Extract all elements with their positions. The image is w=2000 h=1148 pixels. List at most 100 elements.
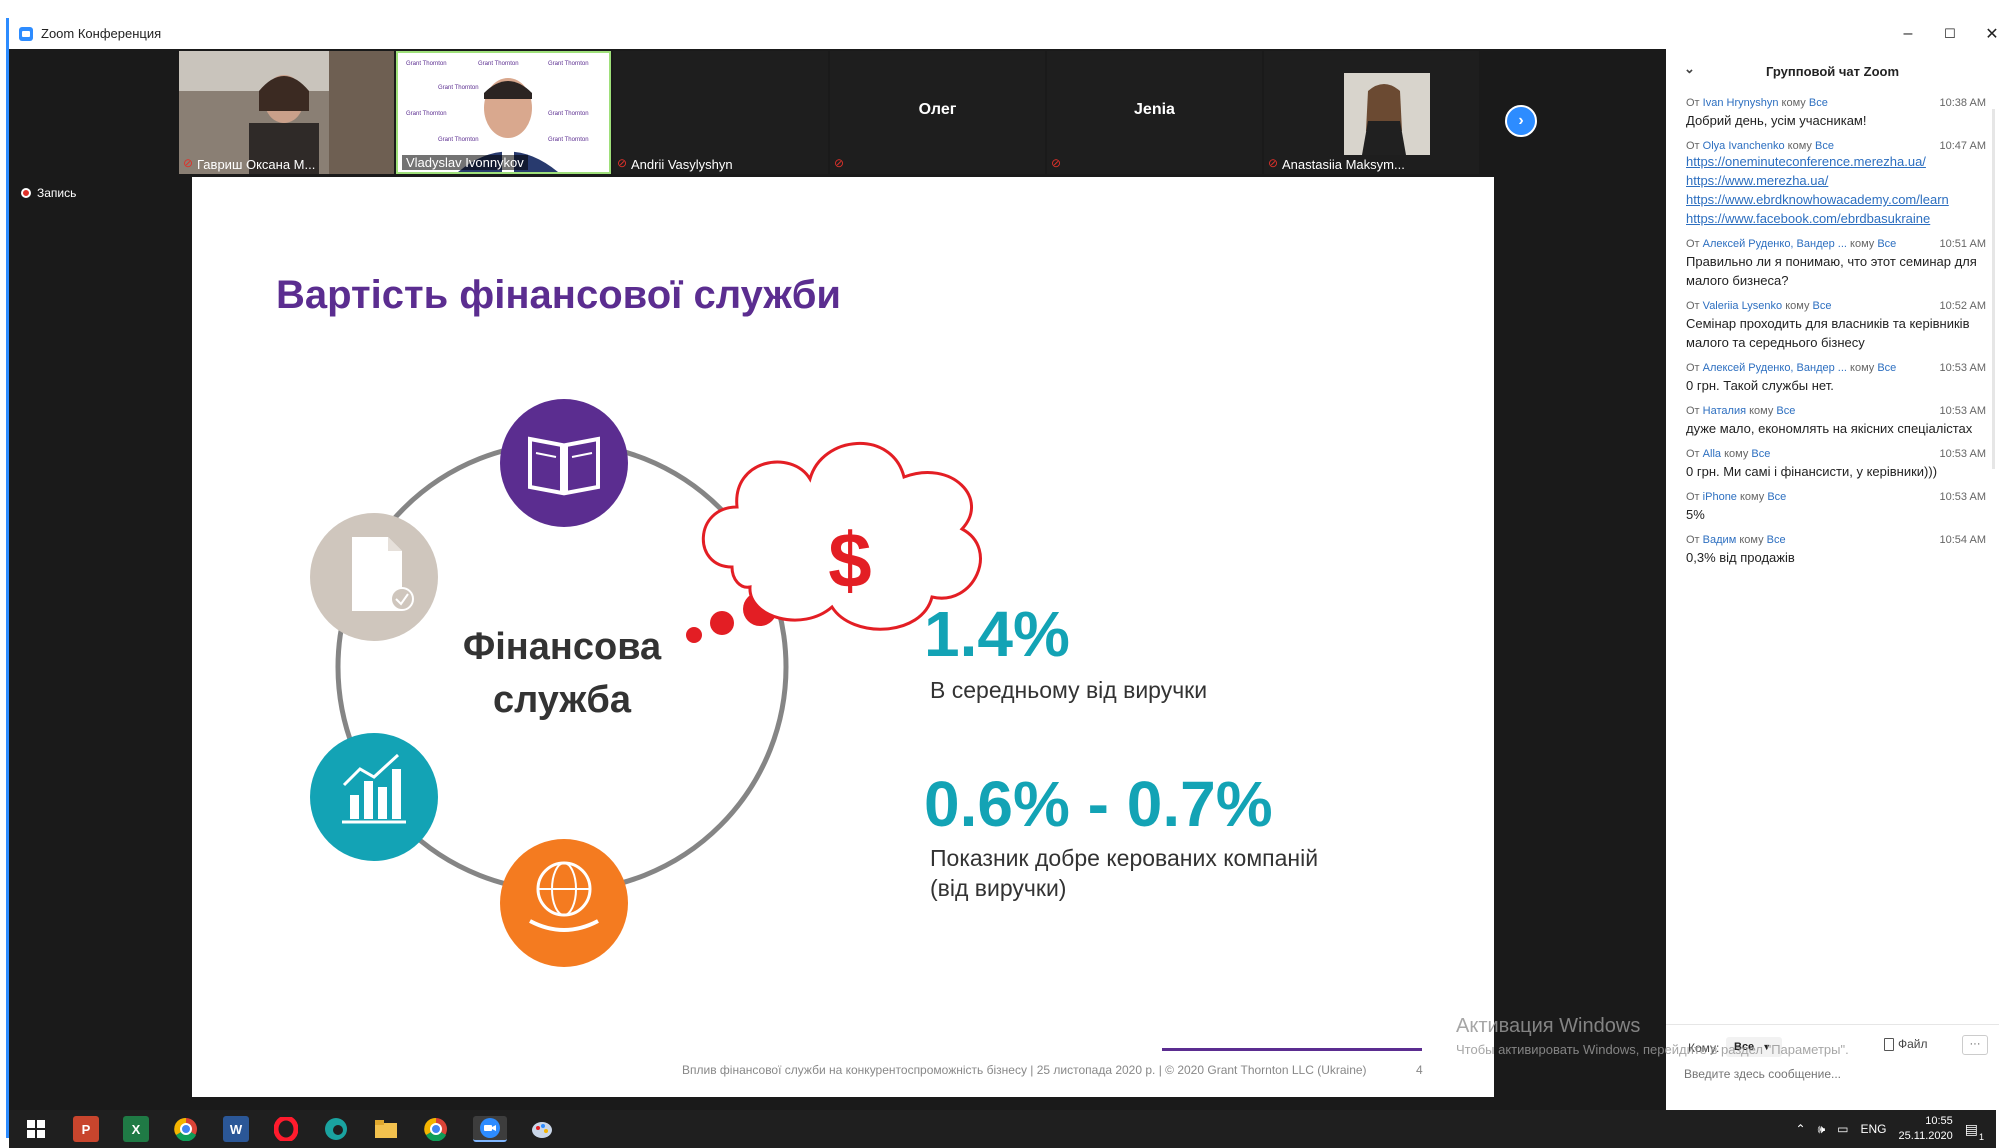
volume-icon[interactable]: 🕪 <box>1818 1122 1826 1137</box>
participant-tile[interactable]: Jenia ⊘ <box>1047 51 1262 174</box>
from-prefix: От <box>1686 362 1700 374</box>
maximize-button[interactable]: ☐ <box>1927 18 1973 49</box>
chat-message: От Ivan Hrynyshyn кому Все 10:38 AM Добрий… <box>1686 97 1986 130</box>
chat-recipient: Все <box>1814 140 1834 152</box>
chat-message-meta: От Olya Ivanchenko кому Все 10:47 AM <box>1686 140 1986 152</box>
chat-sender[interactable]: Вадим <box>1703 534 1737 546</box>
chat-panel: ⌄ Групповой чат Zoom От Ivan Hrynyshyn к… <box>1666 49 1999 1111</box>
chat-message-meta: От Ivan Hrynyshyn кому Все 10:38 AM <box>1686 97 1986 109</box>
svg-text:Grant Thornton: Grant Thornton <box>438 85 479 91</box>
svg-text:Grant Thornton: Grant Thornton <box>548 111 589 117</box>
svg-text:Grant Thornton: Grant Thornton <box>438 137 479 143</box>
excel-icon[interactable]: X <box>123 1116 149 1142</box>
svg-text:Grant Thornton: Grant Thornton <box>478 61 519 67</box>
chat-sender[interactable]: Valeriia Lysenko <box>1703 300 1783 312</box>
to-prefix: кому <box>1850 362 1875 374</box>
from-prefix: От <box>1686 300 1700 312</box>
window-title: Zoom Конференция <box>41 26 162 41</box>
chat-sender-line: От Наталия кому Все <box>1686 405 1795 417</box>
slide-footer: Вплив фінансової служби на конкурентоспр… <box>682 1063 1367 1077</box>
chrome-icon[interactable] <box>423 1116 449 1142</box>
opera-icon[interactable] <box>273 1116 299 1142</box>
edge-icon[interactable] <box>323 1116 349 1142</box>
chat-sender-line: От Алексей Руденко, Вандер ... кому Все <box>1686 362 1896 374</box>
participant-name: Олег <box>918 101 957 118</box>
participant-tile-active[interactable]: Grant Thornton Grant Thornton Grant Thornt… <box>396 51 611 174</box>
word-icon[interactable]: W <box>223 1116 249 1142</box>
finance-service-diagram: Фінансова служба $ <box>310 399 982 967</box>
language-indicator[interactable]: ENG <box>1861 1122 1887 1136</box>
participant-tile[interactable]: ⊘ Гавриш Оксана М... <box>179 51 394 174</box>
from-prefix: От <box>1686 405 1700 417</box>
powerpoint-icon[interactable]: P <box>73 1116 99 1142</box>
chat-sender[interactable]: Olya Ivanchenko <box>1703 140 1785 152</box>
participant-strip: ⊘ Гавриш Оксана М... Grant Thornton Grant… <box>9 49 1663 174</box>
chat-sender-line: От Ivan Hrynyshyn кому Все <box>1686 97 1828 109</box>
chrome-icon[interactable] <box>173 1116 199 1142</box>
next-page-arrow-icon[interactable]: › <box>1505 105 1537 137</box>
footer-accent-line <box>1162 1048 1422 1051</box>
recording-indicator[interactable]: Запись <box>21 186 76 200</box>
slide-page-number: 4 <box>1416 1063 1423 1077</box>
chat-sender[interactable]: Алексей Руденко, Вандер ... <box>1703 238 1847 250</box>
chat-timestamp: 10:53 AM <box>1939 362 1986 374</box>
network-icon[interactable]: ▭ <box>1837 1122 1848 1136</box>
file-explorer-icon[interactable] <box>373 1116 399 1142</box>
recording-label: Запись <box>37 186 77 200</box>
minimize-button[interactable]: – <box>1885 18 1931 49</box>
center-label-line1: Фінансова <box>463 626 662 668</box>
clock-date: 25.11.2020 <box>1898 1130 1953 1142</box>
chat-message-text: 0 грн. Такой службы нет. <box>1686 378 1834 393</box>
notifications-icon[interactable]: ▤ 1 <box>1965 1121 1984 1142</box>
participant-name: Andrii Vasylyshyn <box>631 157 733 172</box>
participant-tile[interactable]: ⊘ Andrii Vasylyshyn <box>613 51 828 174</box>
chat-recipient: Все <box>1751 448 1771 460</box>
participant-tile[interactable]: ⊘ Anastasiia Maksym... <box>1264 51 1479 174</box>
file-button[interactable]: Файл <box>1884 1037 1928 1051</box>
message-input[interactable] <box>1684 1063 1984 1085</box>
participant-tile[interactable]: Олег ⊘ <box>830 51 1045 174</box>
chat-link[interactable]: https://www.facebook.com/ebrdbasukraine <box>1686 209 1986 228</box>
activation-title: Активация Windows <box>1456 1015 1641 1037</box>
chat-sender-line: От Valeriia Lysenko кому Все <box>1686 300 1832 312</box>
participant-name: Jenia <box>1134 101 1175 118</box>
chat-message-list[interactable]: От Ivan Hrynyshyn кому Все 10:38 AM Добрий… <box>1686 97 1986 577</box>
chat-sender[interactable]: Алексей Руденко, Вандер ... <box>1703 362 1847 374</box>
chat-timestamp: 10:53 AM <box>1939 491 1986 503</box>
chat-sender[interactable]: Наталия <box>1703 405 1746 417</box>
chat-sender[interactable]: iPhone <box>1703 491 1737 503</box>
chat-sender-line: От iPhone кому Все <box>1686 491 1786 503</box>
chat-link[interactable]: https://www.merezha.ua/ <box>1686 171 1986 190</box>
windows-start-icon[interactable] <box>23 1116 49 1142</box>
chat-sender[interactable]: Ivan Hrynyshyn <box>1703 97 1779 109</box>
chat-sender-line: От Alla кому Все <box>1686 448 1770 460</box>
muted-mic-icon: ⊘ <box>617 156 628 170</box>
participant-name: Гавриш Оксана М... <box>197 157 316 172</box>
chat-timestamp: 10:52 AM <box>1939 300 1986 312</box>
stat-wellmanaged-label: Показник добре керованих компаній (від в… <box>930 843 1318 903</box>
close-button[interactable]: ✕ <box>1969 18 2000 49</box>
clock[interactable]: 10:55 25.11.2020 <box>1899 1114 1953 1144</box>
zoom-icon[interactable] <box>473 1116 507 1142</box>
chat-sender[interactable]: Alla <box>1703 448 1721 460</box>
book-icon <box>500 399 628 527</box>
thought-dot <box>686 627 702 643</box>
chat-scrollbar[interactable] <box>1992 109 1995 469</box>
bar-chart-icon <box>310 733 438 861</box>
chat-message: От Алексей Руденко, Вандер ... кому Все 1… <box>1686 238 1986 290</box>
chat-message-meta: От iPhone кому Все 10:53 AM <box>1686 491 1986 503</box>
stat-wellmanaged-value: 0.6% - 0.7% <box>924 768 1273 840</box>
taskbar: P X W ⌃ 🕪 ▭ ENG 10:55 25.11.2020 ▤ 1 <box>9 1110 1996 1148</box>
chat-recipient: Все <box>1776 405 1796 417</box>
paint-icon[interactable] <box>529 1116 555 1142</box>
from-prefix: От <box>1686 448 1700 460</box>
chevron-up-icon[interactable]: ⌃ <box>1796 1122 1806 1136</box>
chevron-down-icon[interactable]: ⌄ <box>1684 61 1695 77</box>
zoom-window: Zoom Конференция – ☐ ✕ ⊘ Гавриш Оксана М… <box>6 18 1999 1148</box>
chat-timestamp: 10:47 AM <box>1939 140 1986 152</box>
chat-message-text: Правильно ли я понимаю, что этот семинар… <box>1686 254 1977 288</box>
chat-link[interactable]: https://oneminuteconference.merezha.ua/ <box>1686 152 1986 171</box>
svg-text:Grant Thornton: Grant Thornton <box>406 111 447 117</box>
chat-link[interactable]: https://www.ebrdknowhowacademy.com/learn <box>1686 190 1986 209</box>
more-options-button[interactable]: ··· <box>1962 1035 1988 1055</box>
